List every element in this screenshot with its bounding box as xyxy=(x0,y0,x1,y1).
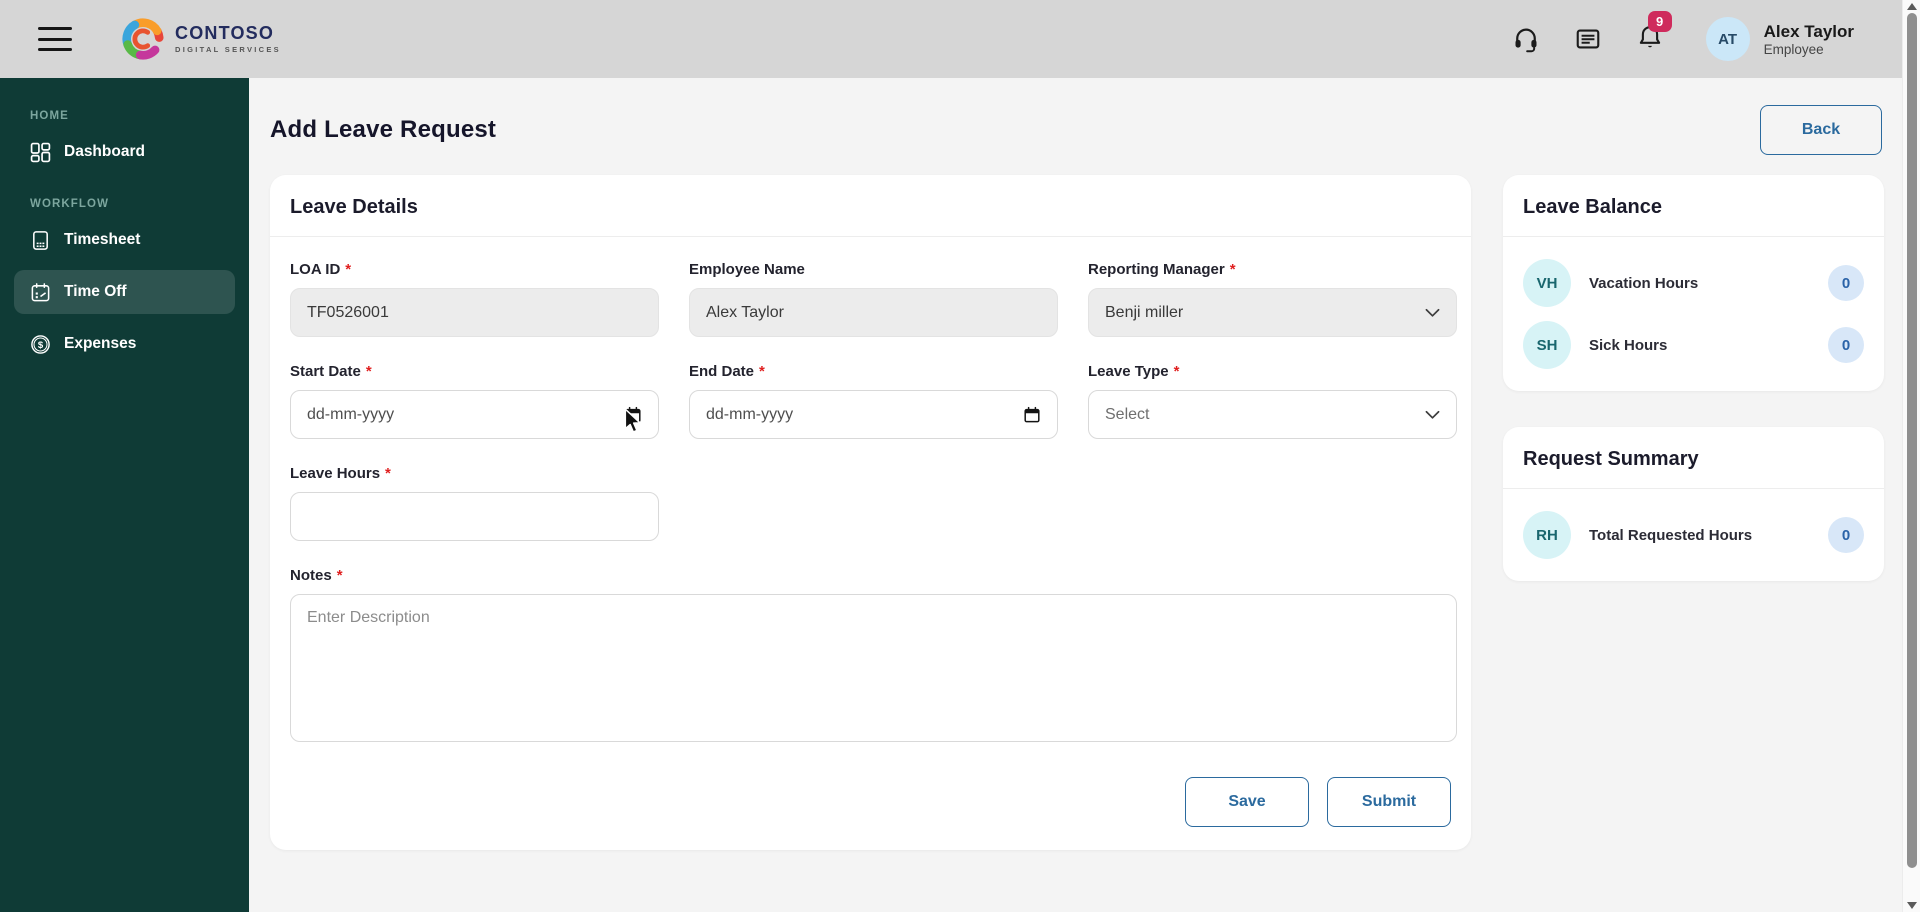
brand-tagline: DIGITAL SERVICES xyxy=(175,45,281,54)
scrollbar-down-arrow[interactable] xyxy=(1907,902,1917,909)
sidebar-nav: HOME Dashboard WORKFLOW Timesheet Time O… xyxy=(0,78,249,912)
leave-details-title: Leave Details xyxy=(270,175,1471,237)
dashboard-grid-icon xyxy=(30,142,51,162)
chevron-down-icon xyxy=(1425,308,1440,317)
leave-balance-card: Leave Balance VH Vacation Hours 0 SH Sic… xyxy=(1503,175,1884,391)
submit-button[interactable]: Submit xyxy=(1327,777,1451,827)
field-reporting-manager: Reporting Manager * Benji miller xyxy=(1088,261,1457,337)
sidebar-item-label: Timesheet xyxy=(64,231,141,248)
vacation-hours-value: 0 xyxy=(1828,265,1864,301)
sidebar-item-label: Dashboard xyxy=(64,143,145,160)
leave-hours-label: Leave Hours * xyxy=(290,465,391,482)
field-employee-name: Employee Name Alex Taylor xyxy=(689,261,1058,337)
total-requested-hours-value: 0 xyxy=(1828,517,1864,553)
sidebar-item-label: Expenses xyxy=(64,335,137,352)
field-start-date: Start Date * dd-mm-yyyy xyxy=(290,363,659,439)
notification-count-badge: 9 xyxy=(1647,10,1672,32)
user-name: Alex Taylor xyxy=(1763,21,1854,41)
calendar-icon[interactable] xyxy=(624,406,642,424)
chevron-down-icon xyxy=(1425,410,1440,419)
field-leave-hours: Leave Hours * xyxy=(290,465,659,541)
brand-logo: CONTOSO DIGITAL SERVICES xyxy=(120,16,281,62)
end-date-label: End Date * xyxy=(689,363,765,380)
leave-type-select[interactable]: Select xyxy=(1088,390,1457,439)
news-feed-icon[interactable] xyxy=(1574,25,1602,53)
timesheet-document-icon xyxy=(33,230,48,250)
sick-hours-row: SH Sick Hours 0 xyxy=(1523,321,1864,369)
main-content: Add Leave Request Back Leave Details LOA… xyxy=(249,78,1902,912)
sidebar-section-home: HOME xyxy=(30,110,69,122)
notes-textarea[interactable] xyxy=(290,594,1457,742)
support-headset-icon[interactable] xyxy=(1512,25,1540,53)
user-role: Employee xyxy=(1763,42,1824,58)
svg-text:$: $ xyxy=(38,339,44,350)
employee-name-input[interactable]: Alex Taylor xyxy=(689,288,1058,337)
notes-label: Notes * xyxy=(290,567,343,584)
start-date-label: Start Date * xyxy=(290,363,372,380)
field-leave-type: Leave Type * Select xyxy=(1088,363,1457,439)
leave-type-label: Leave Type * xyxy=(1088,363,1180,380)
calendar-icon[interactable] xyxy=(1023,406,1041,424)
field-end-date: End Date * dd-mm-yyyy xyxy=(689,363,1058,439)
total-requested-hours-row: RH Total Requested Hours 0 xyxy=(1523,511,1864,559)
request-summary-title: Request Summary xyxy=(1503,427,1884,489)
sidebar-item-expenses[interactable]: $ Expenses xyxy=(0,322,249,366)
back-button[interactable]: Back xyxy=(1760,105,1882,155)
contoso-logo-icon xyxy=(122,18,164,60)
sick-hours-avatar: SH xyxy=(1523,321,1571,369)
brand-name: CONTOSO xyxy=(175,23,275,43)
request-summary-card: Request Summary RH Total Requested Hours… xyxy=(1503,427,1884,581)
vacation-hours-avatar: VH xyxy=(1523,259,1571,307)
sidebar-item-time-off[interactable]: Time Off xyxy=(14,270,235,314)
field-loa-id: LOA ID * TF0526001 xyxy=(290,261,659,337)
user-avatar[interactable]: AT xyxy=(1705,17,1750,61)
field-notes: Notes * xyxy=(290,567,1457,747)
page-title: Add Leave Request xyxy=(270,116,497,143)
scrollbar-thumb[interactable] xyxy=(1906,13,1917,868)
time-off-calendar-icon xyxy=(31,282,50,301)
employee-name-label: Employee Name xyxy=(689,261,805,278)
loa-id-input[interactable]: TF0526001 xyxy=(290,288,659,337)
start-date-input[interactable]: dd-mm-yyyy xyxy=(290,390,659,439)
reporting-manager-label: Reporting Manager * xyxy=(1088,261,1236,278)
sidebar-item-label: Time Off xyxy=(64,283,127,300)
sidebar-item-dashboard[interactable]: Dashboard xyxy=(0,130,249,174)
leave-hours-input[interactable] xyxy=(290,492,659,541)
expenses-dollar-icon: $ xyxy=(31,334,50,354)
total-requested-hours-avatar: RH xyxy=(1523,511,1571,559)
hamburger-menu-icon[interactable] xyxy=(38,27,72,51)
leave-details-card: Leave Details LOA ID * TF0526001 Employee… xyxy=(270,175,1471,850)
sidebar-section-workflow: WORKFLOW xyxy=(30,198,110,210)
page-scrollbar[interactable] xyxy=(1902,0,1920,912)
sidebar-item-timesheet[interactable]: Timesheet xyxy=(0,218,249,262)
leave-balance-title: Leave Balance xyxy=(1503,175,1884,237)
top-header: CONTOSO DIGITAL SERVICES 9 AT Alex Taylo… xyxy=(0,0,1902,78)
sick-hours-label: Sick Hours xyxy=(1589,336,1668,354)
reporting-manager-select[interactable]: Benji miller xyxy=(1088,288,1457,337)
vacation-hours-row: VH Vacation Hours 0 xyxy=(1523,259,1864,307)
total-requested-hours-label: Total Requested Hours xyxy=(1589,526,1753,544)
user-menu[interactable]: AT Alex Taylor Employee xyxy=(1705,17,1854,61)
scrollbar-up-arrow[interactable] xyxy=(1907,3,1917,10)
vacation-hours-label: Vacation Hours xyxy=(1589,274,1699,292)
sick-hours-value: 0 xyxy=(1828,327,1864,363)
save-button[interactable]: Save xyxy=(1185,777,1309,827)
loa-id-label: LOA ID * xyxy=(290,261,352,278)
end-date-input[interactable]: dd-mm-yyyy xyxy=(689,390,1058,439)
